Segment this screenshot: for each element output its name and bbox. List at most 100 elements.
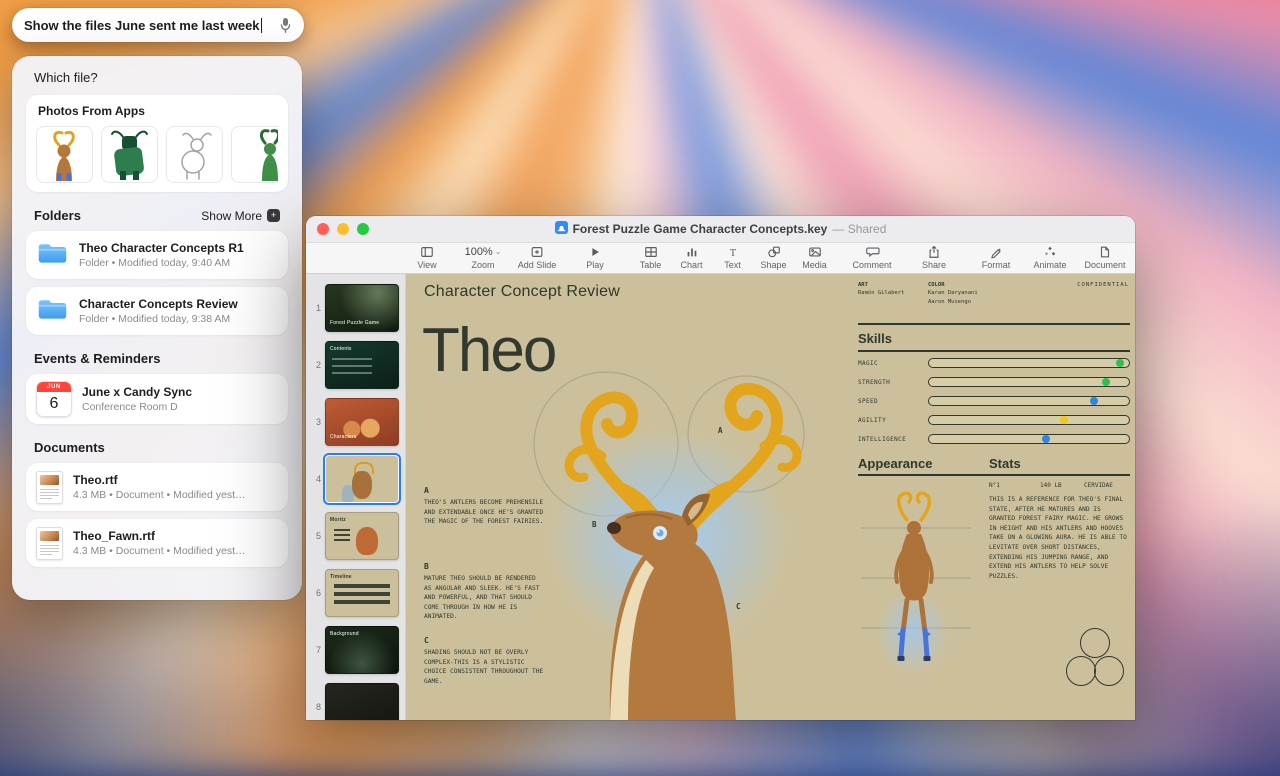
skills-label: Skills <box>858 331 892 346</box>
folders-section-label: Folders <box>34 208 81 223</box>
marker-a: A <box>718 426 723 435</box>
document-icon <box>1097 245 1113 259</box>
close-button[interactable] <box>317 223 329 235</box>
add-slide-button[interactable]: Add Slide <box>514 245 560 270</box>
skill-bar <box>928 377 1130 387</box>
fullscreen-button[interactable] <box>357 223 369 235</box>
stat-number: N°1 <box>989 482 1000 489</box>
stat-weight: 140 LB <box>1040 482 1062 489</box>
slide-canvas: Character Concept Review ART Ramón Gilab… <box>406 274 1135 720</box>
folder-result-row[interactable]: Theo Character Concepts R1 Folder • Modi… <box>26 231 288 279</box>
documents-section-head: Documents <box>34 440 280 455</box>
text-icon: T <box>725 245 741 259</box>
document-result-row[interactable]: Theo.rtf 4.3 MB • Document • Modified ye… <box>26 463 288 511</box>
slide-section-header: Character Concept Review <box>424 283 620 300</box>
media-icon <box>807 245 823 259</box>
stat-family: CERVIDAE <box>1084 482 1113 489</box>
slide-thumbnail-7[interactable]: 7 Background <box>306 626 405 674</box>
confidential-label: CONFIDENTIAL <box>1077 282 1129 288</box>
view-button[interactable]: View <box>404 245 450 270</box>
events-section-label: Events & Reminders <box>34 351 161 366</box>
skill-row-agility: AGILITY <box>858 415 1130 425</box>
calendar-day: 6 <box>49 395 59 412</box>
results-title: Which file? <box>34 70 98 85</box>
microphone-icon[interactable] <box>279 17 292 33</box>
slide-thumbnail-6[interactable]: 6 Timeline <box>306 569 405 617</box>
folder-icon <box>36 295 69 327</box>
keynote-app-icon <box>554 221 568 237</box>
add-slide-icon <box>529 245 545 259</box>
slide-navigator[interactable]: 1 Forest Puzzle Game 2 Contents 3 Charac… <box>306 274 406 720</box>
zoom-value: 100% <box>464 246 493 258</box>
skill-dot <box>1116 359 1124 367</box>
slide-thumbnail-5[interactable]: 5 Moritz <box>306 512 405 560</box>
skill-dot <box>1060 416 1068 424</box>
skill-dot <box>1102 378 1110 386</box>
animate-icon <box>1042 245 1058 259</box>
document-icon <box>36 470 63 504</box>
deer-illustration-thumb[interactable] <box>36 126 93 183</box>
svg-text:T: T <box>729 248 736 259</box>
result-title: Theo Character Concepts R1 <box>79 241 244 256</box>
skill-bar <box>928 396 1130 406</box>
format-button[interactable]: Format <box>973 245 1019 270</box>
green-character-thumb[interactable] <box>101 126 158 183</box>
theo-deer-illustration <box>533 371 805 720</box>
event-result-row[interactable]: JUN 6 June x Candy Sync Conference Room … <box>26 374 288 424</box>
photos-from-apps-card: Photos From Apps <box>26 95 288 192</box>
photos-section-label: Photos From Apps <box>38 104 145 118</box>
slide-thumbnail-1[interactable]: 1 Forest Puzzle Game <box>306 284 405 332</box>
deer-sketch-thumb[interactable] <box>166 126 223 183</box>
keynote-window: Forest Puzzle Game Character Concepts.ke… <box>306 216 1135 720</box>
text-button[interactable]: T Text <box>712 245 753 270</box>
show-more-button[interactable]: Show More + <box>201 209 280 223</box>
calendar-icon: JUN 6 <box>36 381 72 417</box>
appearance-label: Appearance <box>858 456 933 471</box>
appearance-figure <box>861 491 971 674</box>
skill-dot <box>1041 435 1050 443</box>
window-titlebar[interactable]: Forest Puzzle Game Character Concepts.ke… <box>306 216 1135 243</box>
logo-circle <box>1094 656 1124 686</box>
folder-result-row[interactable]: Character Concepts Review Folder • Modif… <box>26 287 288 335</box>
document-result-row[interactable]: Theo_Fawn.rtf 4.3 MB • Document • Modifi… <box>26 519 288 567</box>
chart-button[interactable]: Chart <box>671 245 712 270</box>
divider <box>858 323 1130 325</box>
share-button[interactable]: Share <box>911 245 957 270</box>
skill-row-speed: SPEED <box>858 396 1130 406</box>
divider <box>858 474 1130 476</box>
logo-circle <box>1066 656 1096 686</box>
spotlight-query-text: Show the files June sent me last week <box>24 17 260 33</box>
minimize-button[interactable] <box>337 223 349 235</box>
marker-b: B <box>592 520 597 529</box>
skill-bar <box>928 415 1130 425</box>
format-icon <box>988 245 1004 259</box>
skill-dot <box>1090 397 1098 405</box>
document-icon <box>36 526 63 560</box>
shape-button[interactable]: Shape <box>753 245 794 270</box>
result-subtitle: Folder • Modified today, 9:38 AM <box>79 312 231 325</box>
document-button[interactable]: Document <box>1079 245 1131 270</box>
comment-button[interactable]: Comment <box>847 245 897 270</box>
photo-thumbnails-row <box>36 126 278 183</box>
animate-button[interactable]: Animate <box>1027 245 1073 270</box>
result-subtitle: Folder • Modified today, 9:40 AM <box>79 256 231 269</box>
media-button[interactable]: Media <box>794 245 835 270</box>
zoom-control[interactable]: 100% ⌄ Zoom <box>460 245 506 270</box>
folders-section-head: Folders Show More + <box>34 208 280 223</box>
slide-thumbnail-2[interactable]: 2 Contents <box>306 341 405 389</box>
table-button[interactable]: Table <box>630 245 671 270</box>
green-deer-thumb[interactable] <box>231 126 278 183</box>
chevron-down-icon: ⌄ <box>494 247 502 256</box>
folder-icon <box>36 239 69 271</box>
play-button[interactable]: Play <box>572 245 618 270</box>
slide-thumbnail-3[interactable]: 3 Characters <box>306 398 405 446</box>
stats-description: THIS IS A REFERENCE FOR THEO'S FINAL STA… <box>989 496 1127 580</box>
credit-art: ART Ramón Gilabert <box>858 282 905 297</box>
slide-thumbnail-4-selected[interactable]: 4 <box>306 455 405 503</box>
stats-label: Stats <box>989 456 1021 471</box>
slide-thumbnail-8[interactable]: 8 <box>306 683 405 720</box>
play-icon <box>587 245 603 259</box>
skill-bar <box>928 358 1130 368</box>
spotlight-input[interactable]: Show the files June sent me last week <box>12 8 304 42</box>
window-title-area: Forest Puzzle Game Character Concepts.ke… <box>306 221 1135 237</box>
